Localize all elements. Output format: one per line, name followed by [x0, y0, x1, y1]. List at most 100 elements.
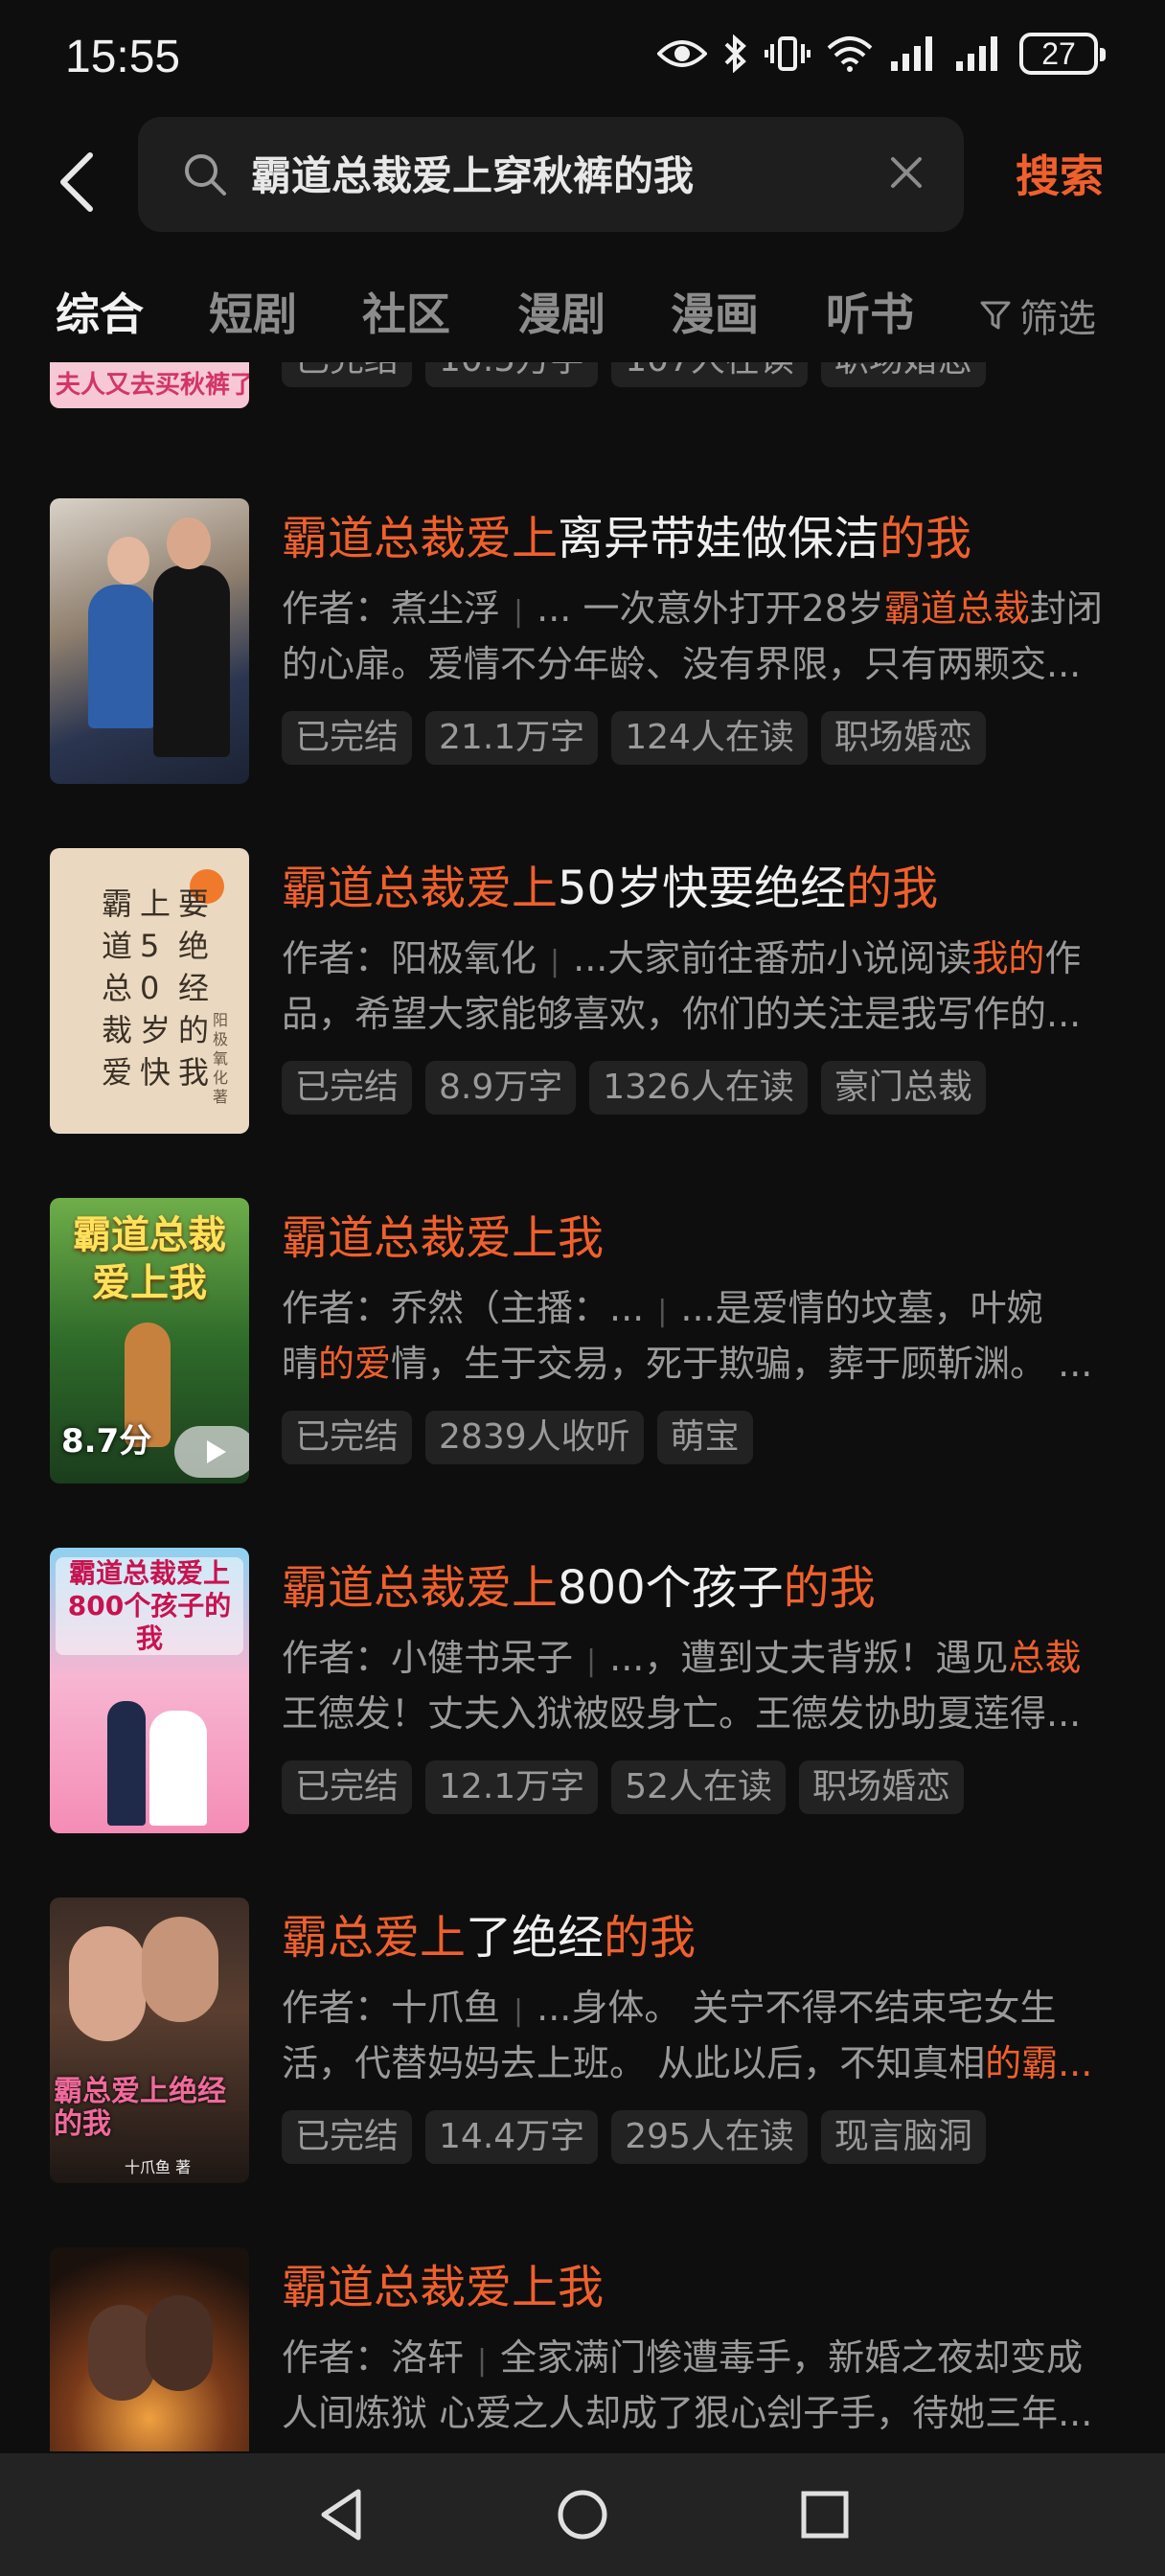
- tab-short-drama[interactable]: 短剧: [209, 280, 297, 343]
- book-author: 作者：阳极氧化: [282, 937, 537, 979]
- book-author: 作者：小健书呆子: [282, 1637, 574, 1679]
- text-segment: ...是爱情的坟墓，叶婉: [680, 1287, 1043, 1329]
- tag: 21.1万字: [425, 711, 599, 765]
- highlight-text: 霸总爱上: [282, 1911, 467, 1965]
- search-query: 霸道总裁爱上穿秋裤的我: [251, 152, 695, 199]
- tab-all[interactable]: 综合: [56, 280, 144, 343]
- status-bar: 15:55 27: [0, 0, 1165, 117]
- tab-community[interactable]: 社区: [362, 280, 450, 343]
- book-title: 霸道总裁爱上我: [282, 2249, 604, 2316]
- back-triangle-icon[interactable]: [316, 2486, 366, 2543]
- list-item[interactable]: 霸道总裁爱上我 作者：洛轩 | 全家满门惨遭毒手，新婚之夜却变成 人间炼狱 心爱之人…: [0, 2247, 1165, 2451]
- tag: 已完结: [282, 1411, 413, 1464]
- close-icon[interactable]: [887, 153, 925, 192]
- highlight-text: 我的: [971, 937, 1045, 979]
- tag-row: 已完结 2839人收听 萌宝: [282, 1411, 753, 1464]
- text-segment: 的心扉。爱情不分年龄、没有界限，只有两颗交...: [282, 643, 1082, 685]
- home-circle-icon[interactable]: [556, 2486, 609, 2543]
- book-cover: [50, 498, 249, 784]
- book-cover: [50, 2247, 249, 2451]
- highlight-text: 的霸...: [985, 2042, 1093, 2084]
- tab-comic-drama[interactable]: 漫剧: [517, 280, 605, 343]
- highlight-text: 霸道总裁: [883, 587, 1030, 630]
- list-item[interactable]: 霸总爱上绝经的我 十爪鱼 著 霸总爱上了绝经的我 作者：十爪鱼 | ...身体。 关…: [0, 1898, 1165, 2185]
- tab-audiobooks[interactable]: 听书: [826, 280, 914, 343]
- category-tabs: 综合 短剧 社区 漫剧 漫画 听书 筛选: [0, 270, 1165, 347]
- tag: 职场婚恋: [799, 1760, 965, 1814]
- highlight-text: 的我: [604, 1911, 697, 1965]
- book-description: 作者：十爪鱼 | ...身体。 关宁不得不结束宅女生 活，代替妈妈去上班。 从此以后…: [282, 1987, 1093, 2084]
- text-segment: 离异带娃做保洁: [558, 512, 880, 565]
- cover-text: 夫人又去买秋裤了: [56, 371, 249, 400]
- highlight-text: 霸道总裁爱上: [282, 1561, 559, 1615]
- recents-square-icon[interactable]: [799, 2486, 851, 2543]
- tag: 12.1万字: [425, 1760, 599, 1814]
- tag-row: 已完结 12.1万字 52人在读 职场婚恋: [282, 1760, 965, 1814]
- list-item[interactable]: 霸道总裁爱 上50岁快 要绝经的我 阳极氧化 著 霸道总裁爱上50岁快要绝经的我…: [0, 848, 1165, 1136]
- search-button[interactable]: 搜索: [1016, 142, 1104, 205]
- tag: 8.9万字: [425, 1061, 577, 1115]
- cover-author: 阳极氧化 著: [213, 1011, 229, 1106]
- tag: 2839人收听: [425, 1411, 644, 1464]
- text-segment: ...，遭到丈夫背叛！遇见: [609, 1637, 1009, 1679]
- highlight-text: 的爱: [318, 1343, 392, 1385]
- highlight-text: 霸道总裁爱上: [282, 862, 559, 915]
- tag: 295人在读: [611, 2110, 808, 2164]
- book-author: 作者：洛轩: [282, 2336, 465, 2379]
- book-author: 作者：乔然（主播：...: [282, 1287, 645, 1329]
- cover-author: 十爪鱼 著: [125, 2158, 192, 2176]
- list-item[interactable]: 霸道总裁爱上我 8.7分 霸道总裁爱上我 作者：乔然（主播：... | ...是爱情…: [0, 1198, 1165, 1485]
- play-button[interactable]: [174, 1426, 249, 1478]
- book-description: 作者：煮尘浮 |... 一次意外打开28岁霸道总裁封闭 的心扉。爱情不分年龄、没有…: [282, 587, 1103, 685]
- cover-text: 要绝经的我: [178, 886, 210, 1091]
- signal-icon-2: [956, 36, 997, 71]
- tag: 职场婚恋: [820, 362, 986, 387]
- text-segment: ...身体。 关宁不得不结束宅女生: [537, 1987, 1057, 2029]
- text-segment: ...大家前往番茄小说阅读: [573, 937, 972, 979]
- search-header: 霸道总裁爱上穿秋裤的我 搜索: [0, 117, 1165, 251]
- book-title: 霸道总裁爱上离异带娃做保洁的我: [282, 500, 971, 567]
- filter-icon: [980, 301, 1011, 330]
- book-author: 作者：煮尘浮: [282, 587, 501, 630]
- highlight-text: 霸道总裁爱上我: [282, 1211, 605, 1265]
- back-button[interactable]: [48, 144, 105, 220]
- tag: 52人在读: [611, 1760, 786, 1814]
- tag-row: 已完结 10.5万字 107人在读 职场婚恋: [282, 362, 986, 387]
- list-item[interactable]: 夫人又去买秋裤了 已完结 10.5万字 107人在读 职场婚恋: [0, 362, 1165, 420]
- highlight-text: 霸道总裁爱上我: [282, 2261, 605, 2314]
- result-list: 夫人又去买秋裤了 已完结 10.5万字 107人在读 职场婚恋 霸道总裁爱上离异…: [0, 362, 1165, 2451]
- tag: 职场婚恋: [820, 711, 986, 765]
- tag: 已完结: [282, 2110, 413, 2164]
- highlight-text: 霸道总裁爱上: [282, 512, 559, 565]
- book-cover: 霸总爱上绝经的我 十爪鱼 著: [50, 1898, 249, 2183]
- status-icons: 27: [657, 33, 1106, 75]
- filter-button[interactable]: 筛选: [979, 288, 1096, 343]
- signal-icon: [891, 36, 932, 71]
- tag: 107人在读: [611, 362, 808, 387]
- book-title: 霸总爱上了绝经的我: [282, 1899, 696, 1966]
- tab-comics[interactable]: 漫画: [671, 280, 759, 343]
- book-author: 作者：十爪鱼: [282, 1987, 501, 2029]
- tag: 124人在读: [611, 711, 808, 765]
- cover-text: 上50岁快: [140, 886, 171, 1091]
- cover-text: 霸道总裁爱: [102, 886, 133, 1091]
- book-title: 霸道总裁爱上我: [282, 1200, 604, 1267]
- book-description: 作者：小健书呆子 | ...，遭到丈夫背叛！遇见总裁 王德发！丈夫入狱被殴身亡。王德…: [282, 1637, 1082, 1735]
- list-item[interactable]: 霸道总裁爱上800个孩子的我 霸道总裁爱上800个孩子的我 作者：小健书呆子 |.…: [0, 1548, 1165, 1835]
- search-input[interactable]: 霸道总裁爱上穿秋裤的我: [138, 117, 964, 232]
- wifi-icon: [827, 36, 873, 72]
- tag: 已完结: [282, 362, 413, 387]
- text-segment: 王德发！丈夫入狱被殴身亡。王德发协助夏莲得...: [282, 1692, 1082, 1735]
- book-description: 作者：乔然（主播：... | ...是爱情的坟墓，叶婉 晴的爱情，生于交易，死于欺骗…: [282, 1287, 1093, 1385]
- text-segment: 800个孩子: [558, 1561, 784, 1615]
- rating-score: 8.7分: [61, 1422, 152, 1460]
- text-segment: 活，代替妈妈去上班。 从此以后，不知真相: [282, 2042, 986, 2084]
- list-item[interactable]: 霸道总裁爱上离异带娃做保洁的我 作者：煮尘浮 |... 一次意外打开28岁霸道总裁…: [0, 498, 1165, 786]
- tag-row: 已完结 21.1万字 124人在读 职场婚恋: [282, 711, 986, 765]
- chevron-left-icon: [60, 152, 93, 212]
- tag: 1326人在读: [589, 1061, 808, 1115]
- tag: 萌宝: [656, 1411, 753, 1464]
- status-time: 15:55: [65, 32, 181, 82]
- text-segment: 情，生于交易，死于欺骗，葬于顾靳渊。 ...: [391, 1343, 1093, 1385]
- system-nav-bar: [0, 2453, 1165, 2576]
